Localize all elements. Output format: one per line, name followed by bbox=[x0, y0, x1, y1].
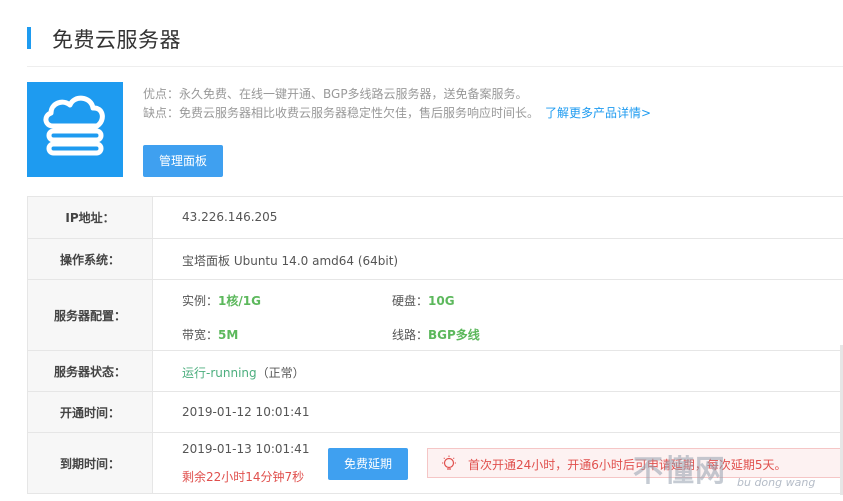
os-value: 宝塔面板 Ubuntu 14.0 amd64 (64bit) bbox=[182, 254, 399, 268]
row-label-os: 操作系统： bbox=[27, 239, 153, 279]
lightbulb-icon bbox=[440, 455, 458, 476]
free-extend-button[interactable]: 免费延期 bbox=[328, 448, 408, 480]
learn-more-link[interactable]: 了解更多产品详情> bbox=[545, 106, 651, 120]
normal-status: （正常） bbox=[256, 366, 305, 380]
cons-text: 缺点：免费云服务器相比收费云服务器稳定性欠佳，售后服务响应时间长。 bbox=[143, 106, 540, 120]
expire-time-value: 2019-01-13 10:01:41 bbox=[182, 442, 310, 456]
page-title: 免费云服务器 bbox=[52, 28, 181, 52]
line-value: BGP多线 bbox=[428, 328, 480, 342]
row-config: 服务器配置： 实例：1核/1G 硬盘：10G 带宽：5M 线路：BGP多线 bbox=[27, 280, 843, 351]
remaining-time: 剩余22小时14分钟7秒 bbox=[182, 470, 305, 484]
notice-text: 首次开通24小时，开通6小时后可申请延期，每次延期5天。 bbox=[468, 458, 787, 472]
row-open-time: 开通时间： 2019-01-12 10:01:41 bbox=[27, 392, 843, 433]
watermark-logo: 不懂网 bbox=[633, 454, 726, 489]
instance-key: 实例： bbox=[182, 294, 219, 308]
state-value: 运行-running（正常） bbox=[182, 364, 305, 381]
line-spec: 线路：BGP多线 bbox=[392, 326, 480, 343]
ip-value: 43.226.146.205 bbox=[182, 210, 278, 224]
open-time-value: 2019-01-12 10:01:41 bbox=[182, 405, 310, 419]
title-accent-bar bbox=[27, 27, 31, 49]
disk-key: 硬盘： bbox=[392, 294, 429, 308]
watermark-subtext: bu dong wang bbox=[737, 476, 816, 489]
row-label-ip: IP地址： bbox=[27, 197, 153, 238]
bandwidth-key: 带宽： bbox=[182, 328, 219, 342]
bandwidth-value: 5M bbox=[218, 328, 239, 342]
cloud-server-icon bbox=[27, 82, 123, 177]
server-info-table: IP地址： 43.226.146.205 操作系统： 宝塔面板 Ubuntu 1… bbox=[27, 196, 843, 494]
disk-value: 10G bbox=[428, 294, 455, 308]
row-state: 服务器状态： 运行-running（正常） bbox=[27, 351, 843, 392]
disk-spec: 硬盘：10G bbox=[392, 292, 455, 309]
bandwidth-spec: 带宽：5M bbox=[182, 326, 238, 343]
divider bbox=[27, 66, 843, 67]
row-label-state: 服务器状态： bbox=[27, 351, 153, 391]
cons-line: 缺点：免费云服务器相比收费云服务器稳定性欠佳，售后服务响应时间长。 了解更多产品详… bbox=[143, 104, 651, 121]
instance-value: 1核/1G bbox=[218, 294, 261, 308]
manage-panel-button[interactable]: 管理面板 bbox=[143, 145, 223, 177]
row-label-config: 服务器配置： bbox=[27, 280, 153, 350]
row-label-expire-time: 到期时间： bbox=[27, 433, 153, 493]
instance-spec: 实例：1核/1G bbox=[182, 292, 261, 309]
row-ip: IP地址： 43.226.146.205 bbox=[27, 197, 843, 239]
row-os: 操作系统： 宝塔面板 Ubuntu 14.0 amd64 (64bit) bbox=[27, 239, 843, 280]
row-label-open-time: 开通时间： bbox=[27, 392, 153, 432]
line-key: 线路： bbox=[392, 328, 429, 342]
pros-text: 优点：永久免费、在线一键开通、BGP多线路云服务器，送免备案服务。 bbox=[143, 87, 528, 101]
running-status: 运行-running bbox=[182, 366, 257, 380]
